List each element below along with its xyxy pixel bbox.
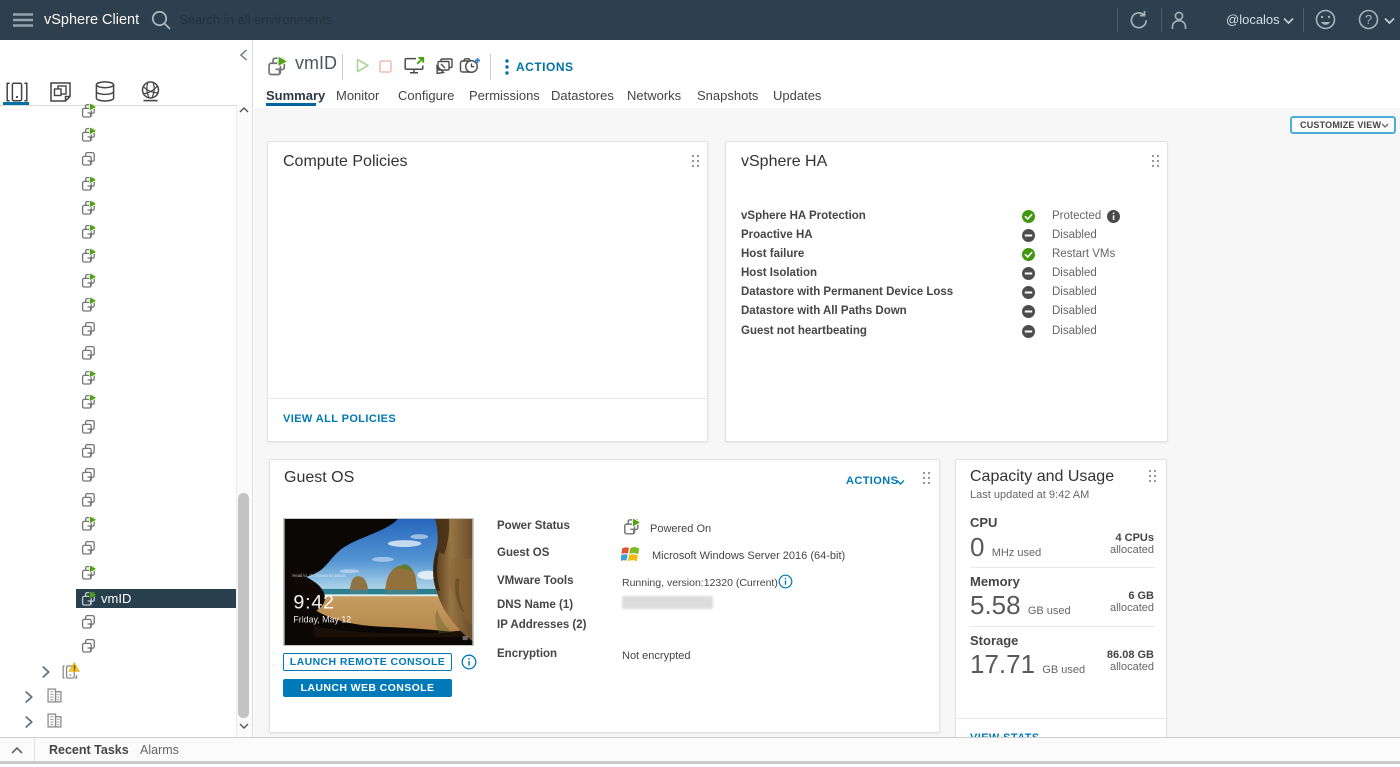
svg-text:Head to .ch chosen to unlock: Head to .ch chosen to unlock xyxy=(292,573,346,578)
svg-text:Friday, May 12: Friday, May 12 xyxy=(293,614,351,624)
svg-text:?: ? xyxy=(1365,12,1372,27)
svg-text:9:42: 9:42 xyxy=(293,592,334,614)
